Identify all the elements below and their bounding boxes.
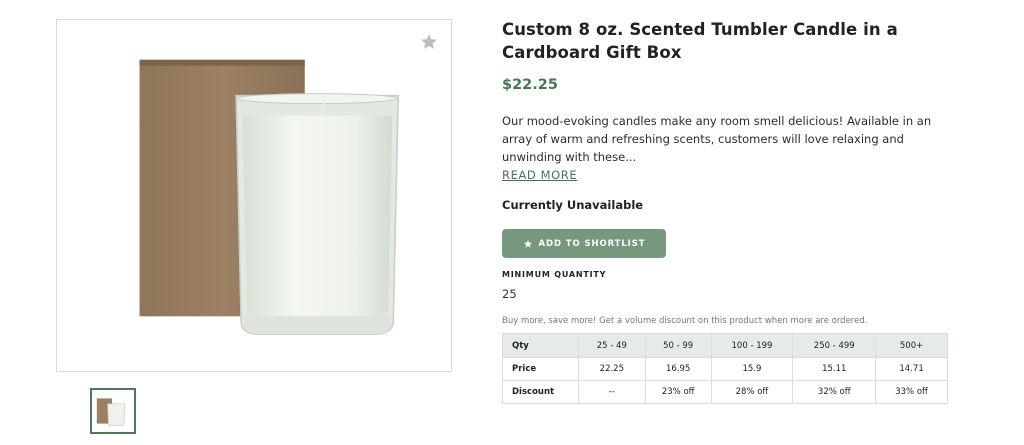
table-cell: 100 - 199: [710, 333, 794, 358]
table-cell: 25 - 49: [577, 333, 646, 358]
table-cell: 15.9: [710, 357, 794, 381]
star-icon[interactable]: [419, 32, 439, 52]
table-cell: 250 - 499: [792, 333, 877, 358]
product-info: Custom 8 oz. Scented Tumbler Candle in a…: [502, 18, 952, 404]
thumbnail-image[interactable]: [90, 388, 136, 434]
availability-status: Currently Unavailable: [502, 198, 644, 212]
pricing-discount-row: Discount -- 23% off 28% off 32% off 33% …: [502, 380, 948, 404]
table-cell: 22.25: [577, 357, 646, 381]
table-cell: 28% off: [710, 380, 794, 404]
star-icon: [523, 239, 532, 247]
minimum-quantity-label: MINIMUM QUANTITY: [502, 270, 607, 279]
product-image[interactable]: [57, 20, 451, 371]
pricing-header-row: Qty 25 - 49 50 - 99 100 - 199 250 - 499 …: [502, 333, 948, 358]
table-cell: 33% off: [875, 380, 948, 404]
table-cell: 14.71: [875, 357, 948, 381]
table-cell: 500+: [875, 333, 948, 358]
table-cell: --: [577, 380, 646, 404]
table-cell: 32% off: [792, 380, 877, 404]
table-cell: Qty: [502, 333, 579, 358]
product-title: Custom 8 oz. Scented Tumbler Candle in a…: [502, 20, 898, 62]
add-to-shortlist-button[interactable]: ADD TO SHORTLIST: [502, 229, 666, 258]
description-text: Our mood-evoking candles make any room s…: [502, 114, 932, 164]
table-cell: 15.11: [792, 357, 877, 381]
product-image-gallery: [56, 19, 452, 372]
table-cell: 50 - 99: [644, 333, 712, 358]
pricing-table: Qty 25 - 49 50 - 99 100 - 199 250 - 499 …: [502, 333, 948, 404]
thumbnail-strip: [90, 388, 136, 434]
table-cell: Discount: [502, 380, 579, 404]
volume-discount-note: Buy more, save more! Get a volume discou…: [502, 316, 868, 326]
table-cell: 16.95: [644, 357, 712, 381]
product-description: Our mood-evoking candles make any room s…: [502, 112, 942, 184]
read-more-link[interactable]: READ MORE: [502, 166, 577, 184]
product-price: $22.25: [502, 77, 558, 93]
table-cell: 23% off: [644, 380, 712, 404]
pricing-price-row: Price 22.25 16.95 15.9 15.11 14.71: [502, 357, 948, 381]
minimum-quantity-value: 25: [502, 287, 517, 301]
table-cell: Price: [502, 357, 579, 381]
shortlist-label: ADD TO SHORTLIST: [538, 238, 646, 249]
